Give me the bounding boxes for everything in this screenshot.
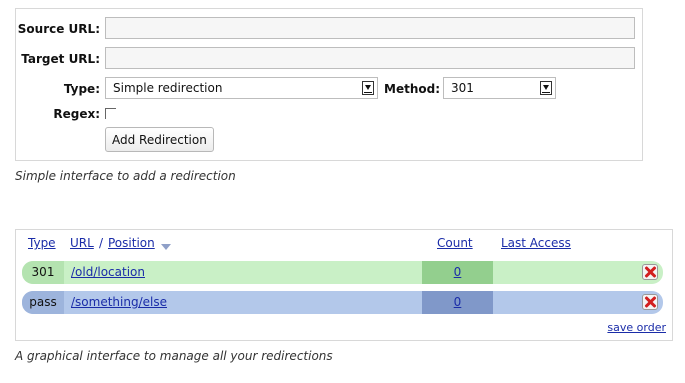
method-select[interactable]: 301 — [443, 77, 556, 99]
type-select-value: Simple redirection — [113, 81, 223, 95]
row-type: 301 — [22, 261, 64, 284]
regex-label: Regex: — [53, 107, 100, 121]
method-label: Method: — [384, 82, 440, 96]
type-select[interactable]: Simple redirection — [105, 77, 378, 99]
method-select-value: 301 — [451, 81, 474, 95]
row-count-link[interactable]: 0 — [454, 295, 462, 309]
redirections-list-panel: Type URL / Position Count Last Access 30… — [15, 229, 673, 341]
add-redirection-panel: Source URL: Target URL: Type: Simple red… — [15, 8, 643, 161]
source-url-input[interactable] — [105, 17, 635, 39]
target-url-input[interactable] — [105, 47, 635, 69]
source-url-label: Source URL: — [17, 22, 100, 36]
dropdown-arrow-icon — [362, 81, 374, 95]
row-url-link[interactable]: /old/location — [71, 265, 145, 279]
row-count-link[interactable]: 0 — [454, 265, 462, 279]
header-separator: / — [99, 236, 104, 250]
target-url-label: Target URL: — [21, 52, 100, 66]
dropdown-arrow-icon — [540, 81, 552, 95]
header-count[interactable]: Count — [437, 236, 473, 250]
table-row[interactable]: pass /something/else 0 — [22, 291, 663, 314]
regex-checkbox[interactable] — [105, 108, 116, 119]
row-url-link[interactable]: /something/else — [71, 295, 167, 309]
sort-down-icon[interactable] — [159, 236, 171, 255]
form-caption: Simple interface to add a redirection — [15, 169, 236, 183]
delete-x-icon[interactable] — [642, 264, 658, 280]
row-type: pass — [22, 291, 64, 314]
header-last-access[interactable]: Last Access — [501, 236, 571, 250]
header-type[interactable]: Type — [28, 236, 56, 250]
save-order-link[interactable]: save order — [607, 321, 666, 334]
type-label: Type: — [63, 82, 100, 96]
list-caption: A graphical interface to manage all your… — [15, 349, 333, 363]
header-url[interactable]: URL — [70, 236, 94, 250]
header-position[interactable]: Position — [108, 236, 155, 250]
add-redirection-button[interactable]: Add Redirection — [105, 127, 214, 152]
table-row[interactable]: 301 /old/location 0 — [22, 261, 663, 284]
delete-x-icon[interactable] — [642, 294, 658, 310]
